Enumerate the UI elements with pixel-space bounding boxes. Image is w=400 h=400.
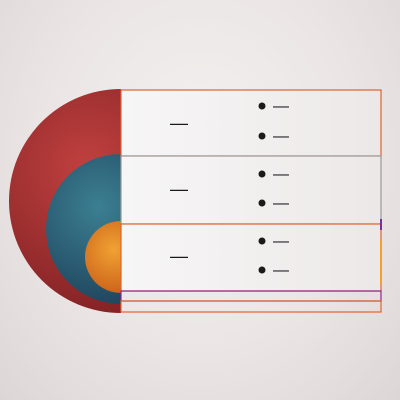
outer-bullet-text-2: — — [273, 128, 289, 145]
inner-layer-panel — [120, 223, 382, 292]
middle-layer-panel — [120, 155, 382, 225]
outer-bullet-dot-2 — [258, 132, 266, 140]
inner-layer-label: — — [170, 246, 188, 266]
outer-bullet-text-1: — — [273, 98, 289, 115]
outer-layer-panel — [120, 89, 382, 157]
middle-bullet-text-1: — — [273, 166, 289, 183]
outer-bullet-dot-1 — [258, 102, 266, 110]
middle-layer-label: — — [170, 179, 188, 199]
inner-bullet-dot-2 — [258, 266, 266, 274]
divider-strip-orange — [120, 300, 382, 313]
inner-bullet-text-1: — — [273, 233, 289, 250]
inner-bullet-text-2: — — [273, 262, 289, 279]
outer-layer-label: — — [170, 113, 188, 133]
divider-strip-purple — [120, 290, 382, 302]
nested-layer-diagram: — — — — — — — — — — [9, 89, 382, 313]
middle-bullet-dot-1 — [258, 170, 266, 178]
middle-bullet-text-2: — — [273, 195, 289, 212]
middle-bullet-dot-2 — [258, 199, 266, 207]
inner-bullet-dot-1 — [258, 237, 266, 245]
